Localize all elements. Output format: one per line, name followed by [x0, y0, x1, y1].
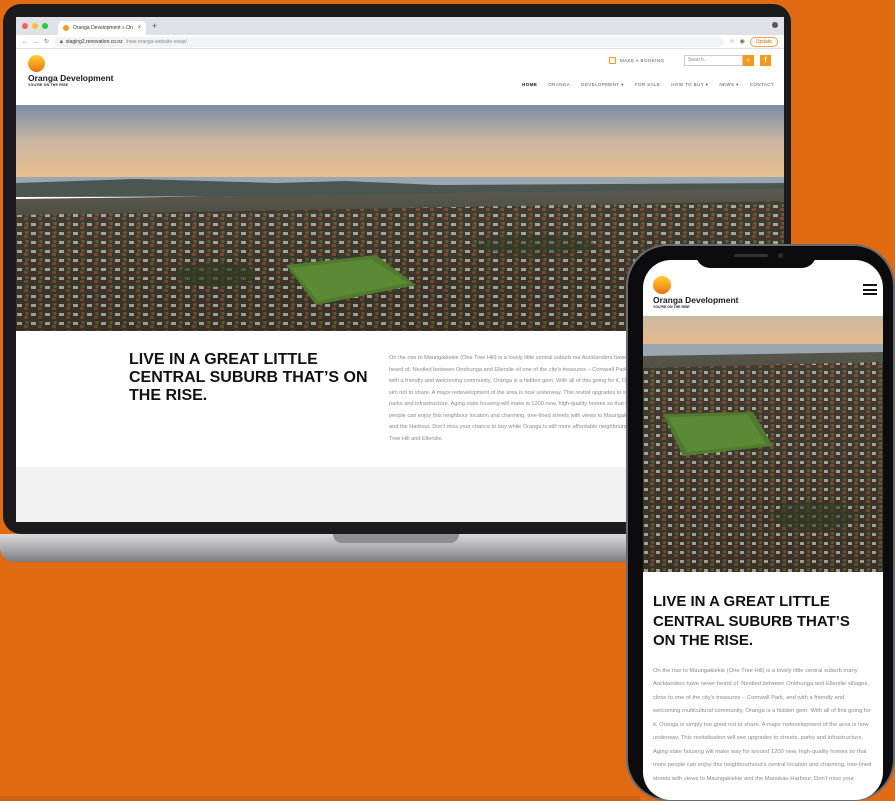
mobile-intro-body: On the rise to Maungakiekie (One Tree Hi… — [653, 667, 872, 782]
phone-speaker — [734, 254, 768, 257]
search-input[interactable]: Search.. — [684, 55, 743, 66]
phone-notch — [696, 246, 816, 268]
brand-tagline: YOU'RE ON THE RISE — [28, 83, 69, 87]
phone-camera — [778, 253, 783, 258]
mobile-brand-name[interactable]: Oranga Development — [653, 295, 739, 305]
mobile-hero-image — [643, 316, 883, 572]
mobile-header: Oranga Development YOU'RE ON THE RISE — [643, 260, 883, 316]
address-bar[interactable]: 🔒︎ staging2.renovation.co.nz/new-oranga-… — [54, 36, 725, 47]
bookmark-star-icon[interactable]: ☆ — [729, 38, 734, 45]
nav-item-how-to-buy[interactable]: HOW TO BUY ▾ — [671, 82, 708, 88]
forward-arrow-icon[interactable]: → — [33, 39, 39, 45]
laptop-hinge-notch — [333, 534, 459, 543]
window-controls — [22, 23, 48, 29]
nav-item-oranga[interactable]: ORANGA — [548, 82, 570, 88]
mobile-brand-tagline: YOU'RE ON THE RISE — [653, 305, 690, 309]
search-button[interactable]: ⌕ — [743, 55, 754, 66]
browser-menu-icon[interactable] — [772, 22, 778, 28]
browser-tab[interactable]: Oranga Development » Orang × — [58, 21, 146, 35]
make-booking-link[interactable]: MAKE A BOOKING — [609, 57, 664, 64]
url-host: staging2.renovation.co.nz — [65, 38, 123, 45]
minimize-window-icon[interactable] — [32, 23, 38, 29]
intro-body: On the rise to Maungakiekie (One Tree Hi… — [389, 355, 647, 442]
hamburger-menu-icon[interactable] — [863, 284, 877, 295]
brand-name[interactable]: Oranga Development — [28, 73, 114, 83]
tab-title: Oranga Development » Orang — [73, 25, 134, 31]
site-header: Oranga Development YOU'RE ON THE RISE MA… — [16, 49, 784, 105]
sun-logo-icon[interactable] — [28, 55, 45, 72]
nav-item-for-sale[interactable]: FOR SALE — [635, 82, 660, 88]
maximize-window-icon[interactable] — [42, 23, 48, 29]
nav-item-home[interactable]: HOME — [522, 82, 537, 88]
nav-item-news[interactable]: NEWS ▾ — [719, 82, 738, 88]
lock-icon: 🔒︎ — [60, 38, 63, 45]
nav-item-contact[interactable]: CONTACT — [750, 82, 774, 88]
phone-frame: Oranga Development YOU'RE ON THE RISE LI… — [626, 244, 895, 801]
mobile-intro-heading: LIVE IN A GREAT LITTLE CENTRAL SUBURB TH… — [653, 593, 850, 649]
laptop-base — [0, 534, 640, 562]
nav-item-development[interactable]: DEVELOPMENT ▾ — [581, 82, 624, 88]
calendar-icon — [609, 57, 616, 64]
intro-heading: LIVE IN A GREAT LITTLE CENTRAL SUBURB TH… — [129, 351, 368, 404]
tab-close-icon[interactable]: × — [137, 25, 141, 31]
url-path: /new-oranga-website-swap/ — [125, 38, 187, 45]
browser-tabbar: Oranga Development » Orang × + — [16, 17, 784, 35]
search-icon: ⌕ — [746, 57, 751, 64]
favicon-icon — [63, 25, 69, 31]
main-nav: HOME ORANGA DEVELOPMENT ▾ FOR SALE HOW T… — [522, 82, 774, 88]
sun-logo-icon[interactable] — [653, 276, 671, 294]
mobile-site: Oranga Development YOU'RE ON THE RISE LI… — [643, 260, 883, 800]
close-window-icon[interactable] — [22, 23, 28, 29]
reload-icon[interactable]: ↻ — [44, 38, 49, 45]
browser-toolbar: ← → ↻ 🔒︎ staging2.renovation.co.nz/new-o… — [16, 35, 784, 49]
booking-label: MAKE A BOOKING — [620, 58, 665, 63]
update-button[interactable]: Update — [749, 36, 778, 47]
laptop-shadow — [0, 796, 640, 801]
aerial-suburb-photo — [643, 316, 883, 572]
new-tab-button[interactable]: + — [152, 21, 157, 31]
profile-avatar-icon[interactable]: ◉ — [740, 38, 745, 45]
facebook-button[interactable]: f — [760, 55, 771, 66]
back-arrow-icon[interactable]: ← — [22, 39, 28, 45]
